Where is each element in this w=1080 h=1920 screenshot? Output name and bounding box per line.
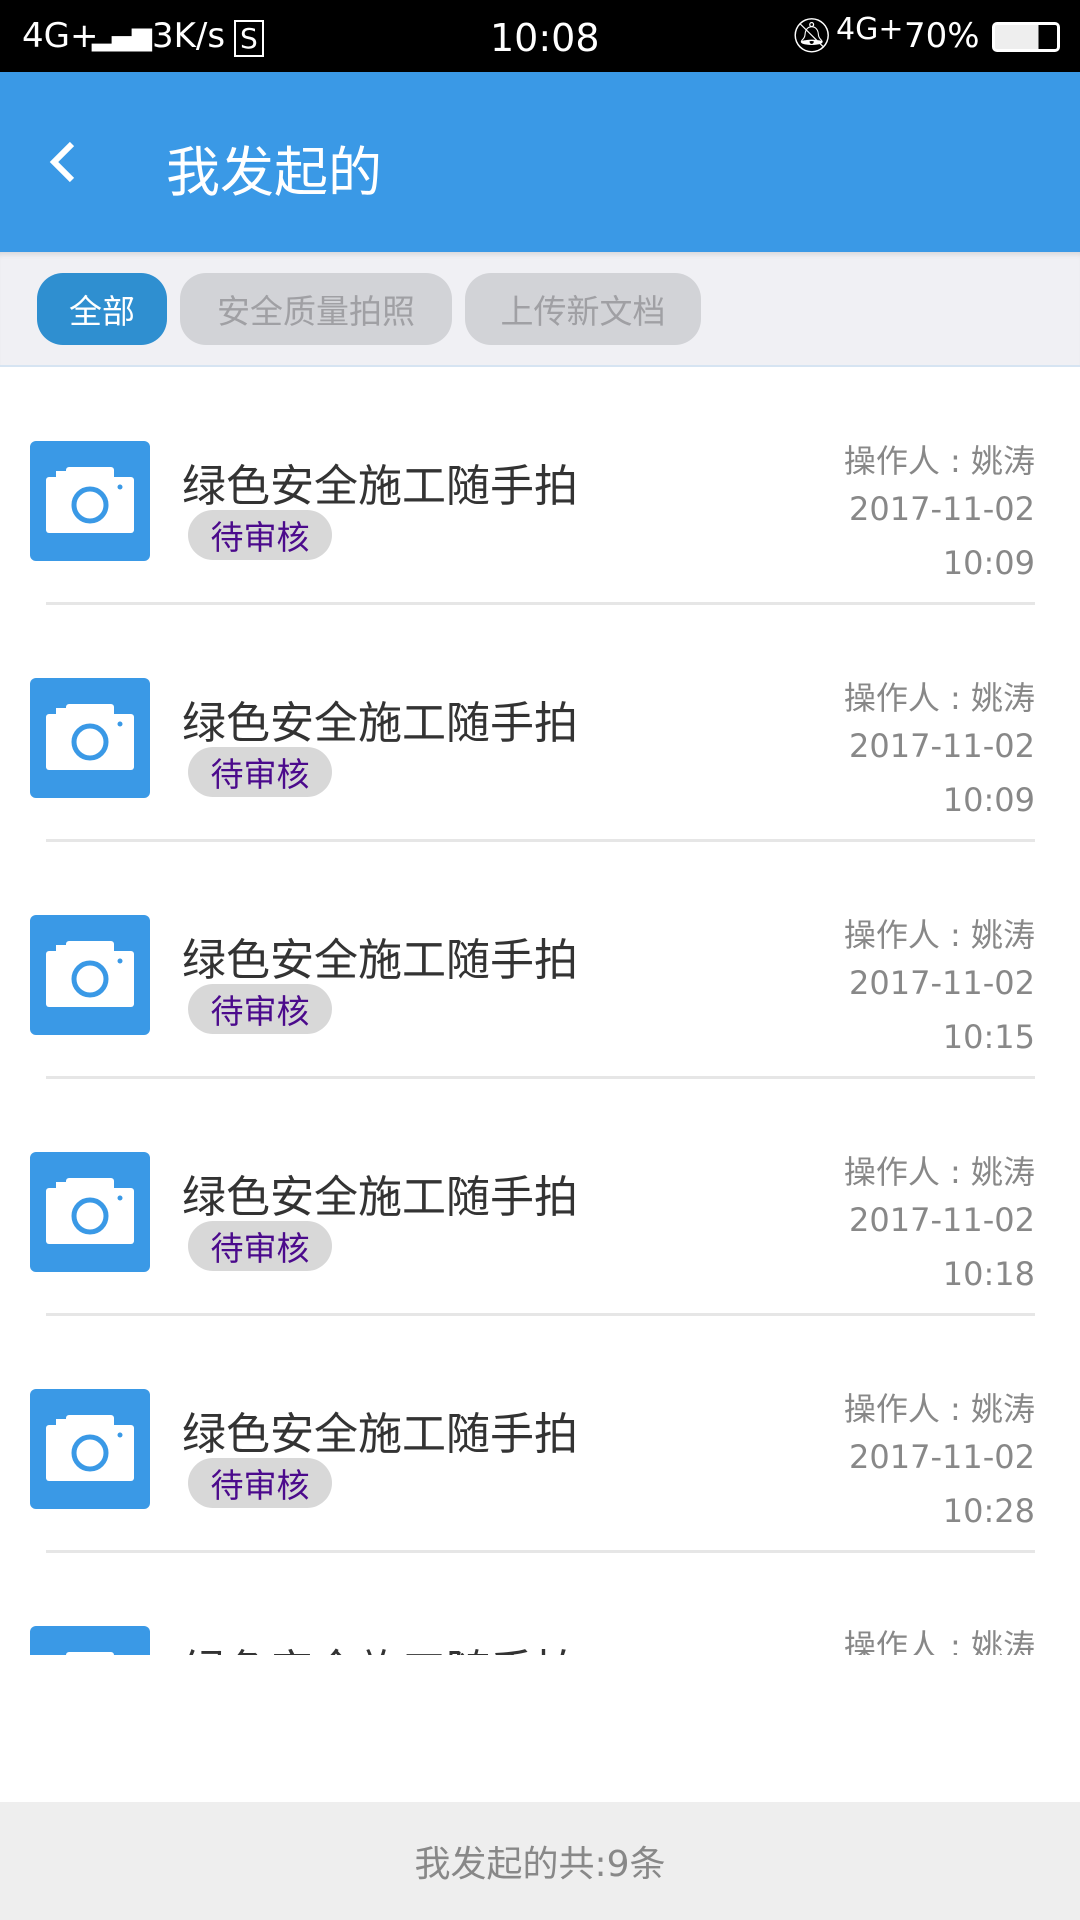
back-arrow-icon[interactable]: [44, 134, 84, 190]
page-title: 我发起的: [166, 141, 382, 204]
status-bar: 4G+ ▂▄▆ 3K/s S 10:08 🔕︎ 4G+ 70%: [0, 0, 1080, 72]
battery-icon: [992, 22, 1060, 52]
list-item[interactable]: 绿色安全施工随手拍 待审核 操作人 : 姚涛 2017-11-02: [0, 1553, 1080, 1655]
item-title: 绿色安全施工随手拍: [182, 698, 578, 749]
item-operator: 操作人 : 姚涛: [843, 679, 1035, 717]
signal-icon: ▂▄▆: [92, 22, 152, 52]
network-type-2: 4G+: [836, 12, 904, 47]
filter-bar: 全部 安全质量拍照 上传新文档: [0, 252, 1080, 367]
mute-icon: 🔕︎: [790, 16, 834, 56]
status-badge: 待审核: [188, 1221, 332, 1271]
camera-icon: [30, 1626, 150, 1655]
app-notification-icon: S: [234, 20, 264, 57]
clock: 10:08: [490, 16, 600, 60]
item-time: 10:15: [942, 1018, 1035, 1056]
battery-percent: 70%: [904, 16, 980, 56]
item-time: 10:09: [942, 544, 1035, 582]
list-item[interactable]: 绿色安全施工随手拍 待审核 操作人 : 姚涛 2017-11-02 10:09: [0, 605, 1080, 842]
item-list: 绿色安全施工随手拍 待审核 操作人 : 姚涛 2017-11-02 10:09 …: [0, 368, 1080, 1655]
item-time: 10:09: [942, 781, 1035, 819]
footer-summary: 我发起的共:9条: [0, 1802, 1080, 1920]
filter-upload-doc[interactable]: 上传新文档: [465, 273, 701, 345]
network-type: 4G+: [22, 16, 99, 56]
camera-icon: [30, 1152, 150, 1272]
status-badge: 待审核: [188, 1458, 332, 1508]
item-operator: 操作人 : 姚涛: [843, 442, 1035, 480]
item-operator: 操作人 : 姚涛: [843, 916, 1035, 954]
item-date: 2017-11-02: [849, 964, 1035, 1002]
item-date: 2017-11-02: [849, 490, 1035, 528]
item-title: 绿色安全施工随手拍: [182, 461, 578, 512]
list-item[interactable]: 绿色安全施工随手拍 待审核 操作人 : 姚涛 2017-11-02 10:09: [0, 368, 1080, 605]
filter-all[interactable]: 全部: [37, 273, 167, 345]
network-speed: 3K/s: [152, 16, 226, 56]
item-date: 2017-11-02: [849, 727, 1035, 765]
item-time: 10:28: [942, 1492, 1035, 1530]
item-operator: 操作人 : 姚涛: [843, 1390, 1035, 1428]
camera-icon: [30, 1389, 150, 1509]
filter-safety-photo[interactable]: 安全质量拍照: [180, 273, 452, 345]
camera-icon: [30, 915, 150, 1035]
list-item[interactable]: 绿色安全施工随手拍 待审核 操作人 : 姚涛 2017-11-02 10:15: [0, 842, 1080, 1079]
camera-icon: [30, 678, 150, 798]
status-badge: 待审核: [188, 510, 332, 560]
item-title: 绿色安全施工随手拍: [182, 1635, 578, 1655]
list-item[interactable]: 绿色安全施工随手拍 待审核 操作人 : 姚涛 2017-11-02 10:18: [0, 1079, 1080, 1316]
item-date: 2017-11-02: [849, 1438, 1035, 1476]
list-item[interactable]: 绿色安全施工随手拍 待审核 操作人 : 姚涛 2017-11-02 10:28: [0, 1316, 1080, 1553]
item-operator: 操作人 : 姚涛: [843, 1627, 1035, 1655]
item-time: 10:18: [942, 1255, 1035, 1293]
item-operator: 操作人 : 姚涛: [843, 1153, 1035, 1191]
item-title: 绿色安全施工随手拍: [182, 935, 578, 986]
item-title: 绿色安全施工随手拍: [182, 1409, 578, 1460]
item-title: 绿色安全施工随手拍: [182, 1172, 578, 1223]
item-date: 2017-11-02: [849, 1201, 1035, 1239]
camera-icon: [30, 441, 150, 561]
status-badge: 待审核: [188, 984, 332, 1034]
app-header: 我发起的: [0, 72, 1080, 252]
status-badge: 待审核: [188, 747, 332, 797]
